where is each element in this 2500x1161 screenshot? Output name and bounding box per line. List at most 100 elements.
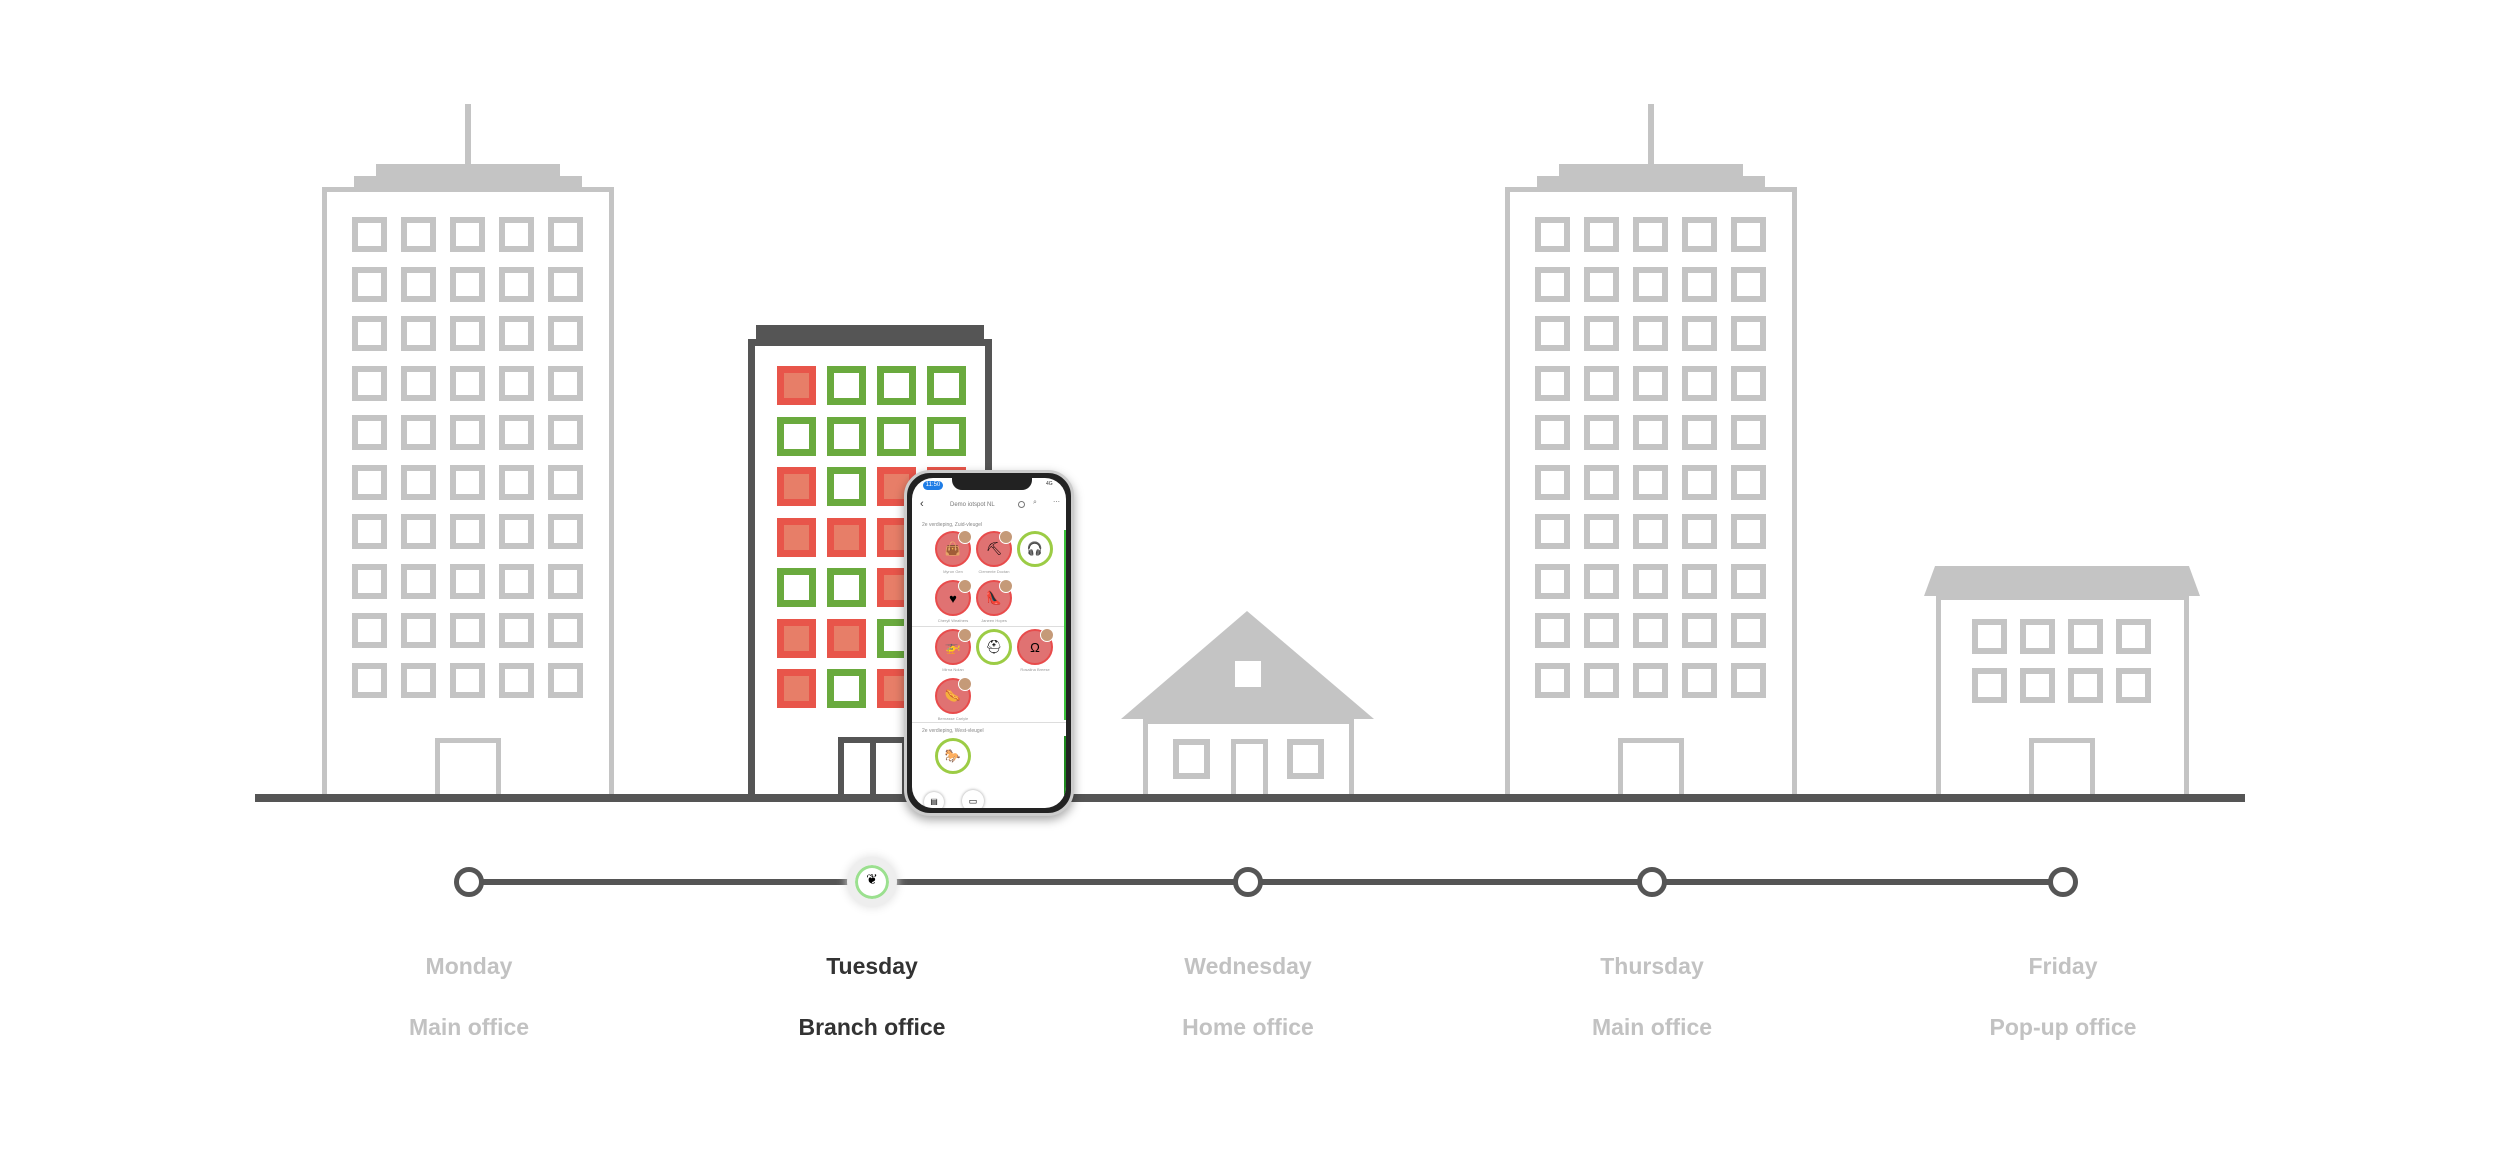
more-icon[interactable]: ⋯ [1053, 498, 1060, 506]
avatar [958, 530, 972, 544]
desk-2[interactable]: 🎧 [1017, 531, 1053, 567]
window-free [927, 366, 966, 405]
window [1682, 217, 1717, 252]
window [1535, 415, 1570, 450]
window [1584, 365, 1619, 401]
back-icon[interactable]: ‹ [920, 498, 924, 510]
window [352, 266, 387, 302]
window [401, 662, 436, 698]
window [1731, 514, 1766, 549]
window [352, 217, 387, 252]
window [352, 662, 387, 698]
horse-icon: 🐎 [944, 748, 962, 763]
desk-6[interactable]: ⛑ [976, 629, 1012, 665]
window [1584, 563, 1619, 599]
window [1633, 365, 1668, 401]
window-occupied [777, 669, 816, 708]
day-label: Wednesday [1184, 953, 1312, 979]
avatar [999, 530, 1013, 544]
section-label: 2e verdieping, West-vleugel [922, 728, 984, 734]
window-free [927, 416, 966, 456]
desk-user-name: Mirna Nolan [942, 667, 964, 672]
window [2116, 619, 2151, 654]
search-icon[interactable]: ⌕ [1033, 499, 1037, 507]
desk-7[interactable]: Ω [1017, 628, 1054, 665]
window [401, 464, 436, 500]
window [1584, 266, 1619, 302]
network-indicator: 4G [1046, 481, 1053, 487]
window [401, 217, 436, 252]
desk-4[interactable]: 👠 [976, 579, 1013, 616]
avatar [958, 579, 972, 593]
window [499, 365, 534, 401]
window-free [827, 669, 866, 708]
desk-5[interactable]: 🚁 [935, 628, 972, 665]
window [352, 464, 387, 500]
window [1633, 266, 1668, 302]
window [548, 662, 583, 698]
desk-0[interactable]: 👜 [935, 530, 972, 567]
window [352, 613, 387, 648]
headphones-icon: 🎧 [1026, 541, 1044, 556]
phone-mockup: 11:50 4G ‹ Demo iotspot NL ⌕ ⋯ 2e verdie… [904, 470, 1074, 816]
avatar [958, 628, 972, 642]
window-occupied [777, 517, 816, 557]
header-title: Demo iotspot NL [950, 502, 995, 508]
home-office-house [1121, 611, 1374, 794]
helicopter-icon: 🚁 [944, 639, 962, 654]
status-circle-icon[interactable] [1018, 501, 1025, 508]
desk-3[interactable]: ♥ [935, 579, 972, 616]
window [1584, 662, 1619, 698]
horseshoe-icon: Ω [1030, 639, 1040, 655]
window-occupied [827, 618, 866, 658]
butterfly-icon: ❦ [866, 871, 878, 887]
window-free [827, 366, 866, 405]
timeline-node-tuesday[interactable]: ❦ [847, 857, 897, 907]
window [1633, 613, 1668, 648]
window-free [827, 568, 866, 607]
window [1731, 464, 1766, 500]
window [450, 365, 485, 401]
window [2068, 668, 2103, 703]
floor-button[interactable]: ▤ [924, 792, 944, 808]
window [1535, 613, 1570, 648]
screen-button[interactable]: ▭ [962, 790, 984, 808]
window-free [777, 568, 816, 607]
timeline-node-thursday[interactable] [1637, 867, 1667, 897]
avatar [1040, 628, 1054, 642]
section-label: 2e verdieping, Zuid-vleugel [922, 522, 983, 528]
window [499, 415, 534, 450]
window [352, 514, 387, 549]
window [352, 365, 387, 401]
shoe-icon: 👠 [985, 590, 1003, 605]
window [1731, 563, 1766, 599]
window [499, 613, 534, 648]
day-label: Thursday [1600, 953, 1704, 979]
timeline-track [469, 879, 2063, 885]
window [450, 415, 485, 450]
window [1731, 365, 1766, 401]
window [450, 316, 485, 351]
window [352, 316, 387, 351]
place-label: Branch office [798, 1014, 946, 1040]
window [1633, 316, 1668, 351]
timeline-node-wednesday[interactable] [1233, 867, 1263, 897]
timeline-node-friday[interactable] [2048, 867, 2078, 897]
window-free [877, 416, 916, 456]
desk-9[interactable]: 🐎 [935, 738, 971, 774]
hotdog-icon: 🌭 [944, 688, 962, 703]
window-free [877, 366, 916, 405]
desk-user-name: Clemente Doctan [978, 569, 1010, 574]
desk-1[interactable]: ⛏ [976, 530, 1013, 567]
window [499, 266, 534, 302]
window [450, 266, 485, 302]
day-label: Monday [425, 953, 513, 979]
heart-icon: ♥ [949, 590, 957, 606]
window [1584, 464, 1619, 500]
timeline-node-monday[interactable] [454, 867, 484, 897]
window [1682, 464, 1717, 500]
desk-user-name: Bernasse Carlyle [937, 716, 969, 721]
window [1535, 563, 1570, 599]
desk-8[interactable]: 🌭 [935, 677, 972, 714]
window [548, 217, 583, 252]
